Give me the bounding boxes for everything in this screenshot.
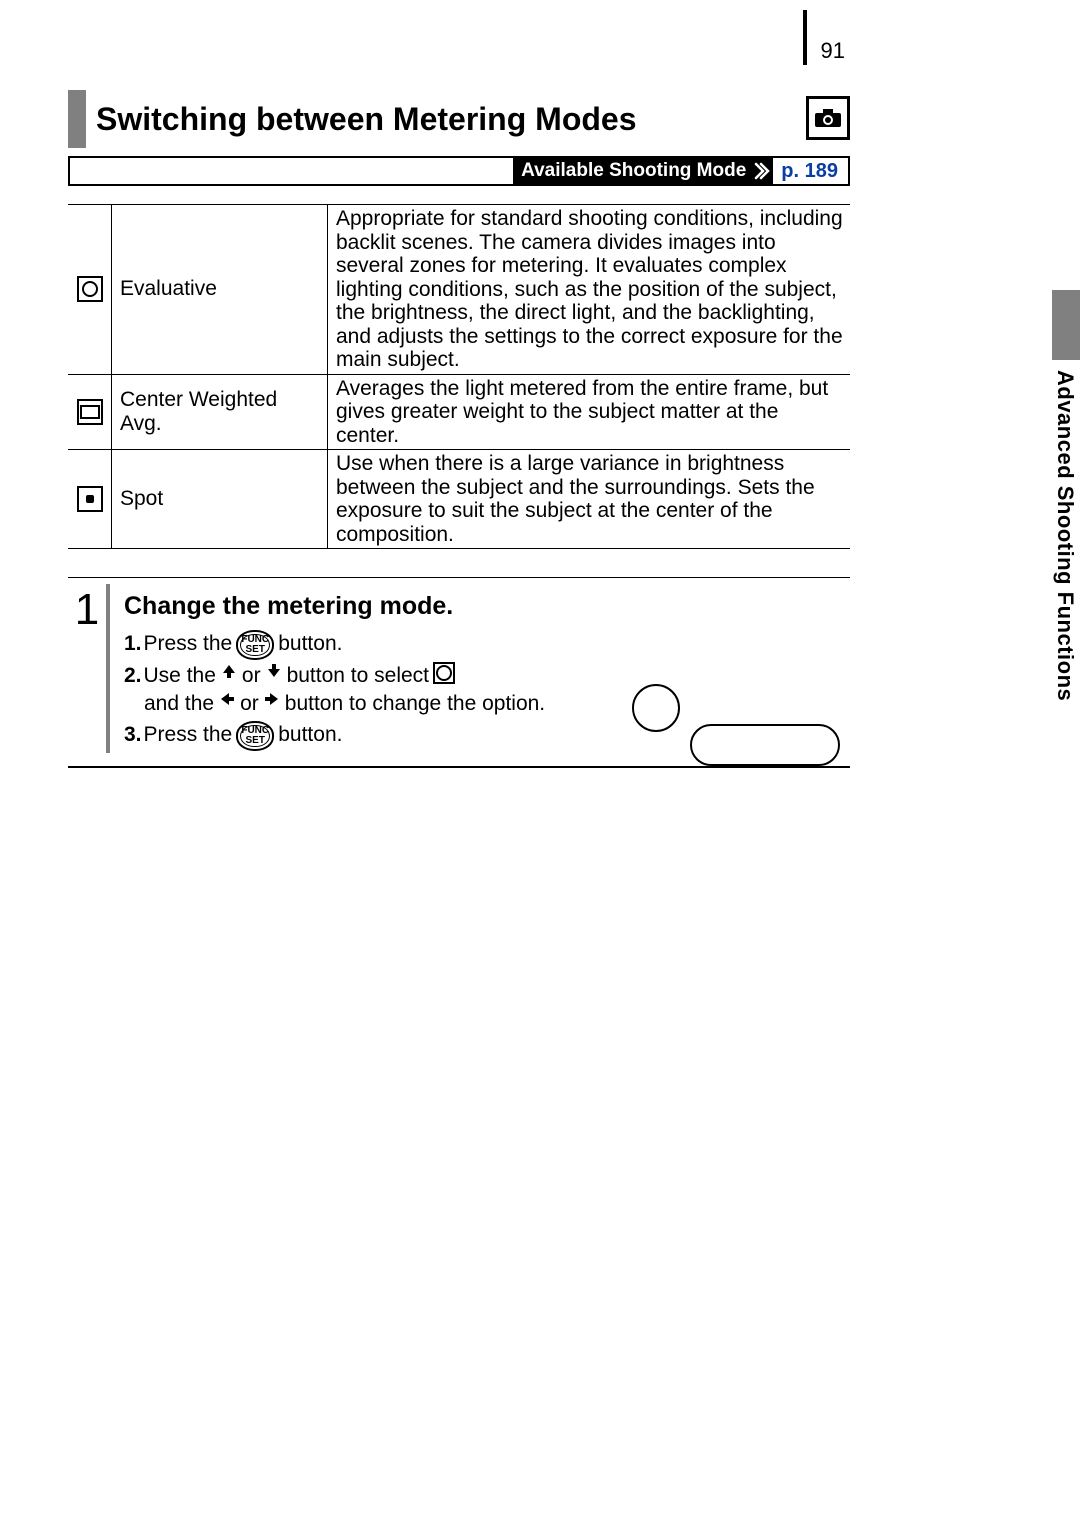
substep-text: or (240, 690, 259, 718)
manual-page: 91 Advanced Shooting Functions Switching… (0, 0, 1080, 1521)
availability-spacer (70, 158, 513, 184)
section-tab: Advanced Shooting Functions (1052, 290, 1080, 701)
availability-page-ref: p. 189 (773, 158, 848, 184)
substep-text: button. (278, 721, 342, 749)
spot-metering-icon (68, 450, 112, 548)
availability-label: Available Shooting Mode (513, 158, 752, 184)
set-label: SET (246, 736, 265, 746)
section-tab-label: Advanced Shooting Functions (1052, 360, 1080, 701)
section-tab-marker (1052, 290, 1080, 360)
substep-text: Use the (144, 662, 216, 690)
heading-text: Switching between Metering Modes (96, 90, 806, 148)
page-number-divider (803, 10, 807, 65)
control-diagram (632, 684, 842, 774)
evaluative-metering-icon (68, 205, 112, 374)
step-body: Change the metering mode. 1. Press the F… (110, 584, 850, 752)
mode-name: Evaluative (112, 205, 328, 374)
step-title: Change the metering mode. (124, 590, 850, 624)
substep-text: button to select (287, 662, 429, 690)
table-row: Evaluative Appropriate for standard shoo… (68, 205, 850, 375)
page-content: Switching between Metering Modes Availab… (68, 90, 850, 768)
table-row: Center Weighted Avg. Averages the light … (68, 375, 850, 451)
func-set-button-icon: FUNC SET (236, 721, 274, 751)
set-label: SET (246, 645, 265, 655)
mode-description: Averages the light metered from the enti… (328, 375, 850, 450)
section-heading: Switching between Metering Modes (68, 90, 850, 148)
step-number: 1 (75, 584, 99, 632)
substep-text: button. (278, 630, 342, 658)
procedure-steps: 1 Change the metering mode. 1. Press the… (68, 577, 850, 767)
substep-text: Press the (144, 630, 233, 658)
substep-number: 1. (124, 630, 142, 658)
substep-text: button to change the option. (285, 690, 545, 718)
mode-name: Center Weighted Avg. (112, 375, 328, 450)
heading-accent-bar (68, 90, 86, 148)
func-set-button-icon: FUNC SET (236, 630, 274, 660)
evaluative-metering-icon (433, 662, 455, 684)
availability-bar: Available Shooting Mode p. 189 (68, 156, 850, 186)
camera-icon (806, 96, 850, 140)
page-number: 91 (821, 38, 845, 64)
mode-description: Appropriate for standard shooting condit… (328, 205, 850, 374)
step-number-cell: 1 (68, 584, 110, 752)
procedure-step: 1 Change the metering mode. 1. Press the… (68, 578, 850, 766)
metering-modes-table: Evaluative Appropriate for standard shoo… (68, 204, 850, 549)
arrow-up-icon (220, 662, 238, 680)
chevron-right-icon (751, 158, 773, 184)
diagram-circle (632, 684, 680, 732)
substep-text: and the (144, 690, 214, 718)
substep-number: 3. (124, 721, 142, 749)
center-weighted-metering-icon (68, 375, 112, 450)
substep-text: or (242, 662, 261, 690)
mode-name: Spot (112, 450, 328, 548)
table-row: Spot Use when there is a large variance … (68, 450, 850, 549)
arrow-right-icon (263, 690, 281, 708)
substep: 1. Press the FUNC SET button. (124, 630, 850, 660)
arrow-left-icon (218, 690, 236, 708)
substep-text: Press the (144, 721, 233, 749)
diagram-capsule (690, 724, 840, 766)
substep-number: 2. (124, 662, 142, 690)
arrow-down-icon (265, 662, 283, 680)
mode-description: Use when there is a large variance in br… (328, 450, 850, 548)
